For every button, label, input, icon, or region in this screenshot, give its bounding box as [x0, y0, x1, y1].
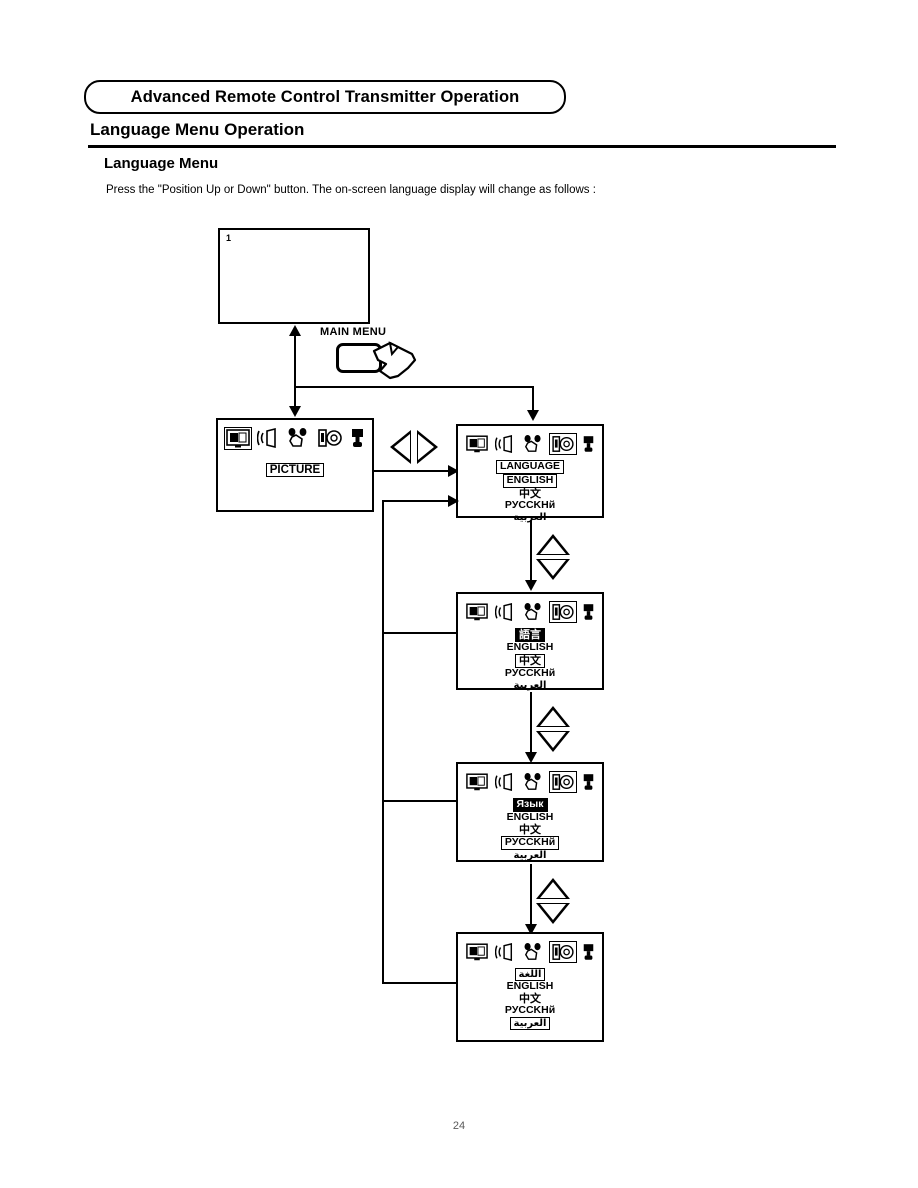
audio-speaker-icon[interactable]	[495, 603, 515, 621]
arrowhead-loop-top	[448, 495, 459, 507]
connector-to-language	[532, 386, 534, 412]
triangle-up-icon	[536, 534, 570, 555]
language-menu-icon-row-chinese	[466, 600, 596, 624]
language-menu-russian[interactable]: Язык ENGLISH 中文 PУCCKНй العربية	[456, 762, 604, 862]
plug-icon[interactable]	[582, 435, 595, 453]
main-menu-label: MAIN MENU	[320, 326, 387, 338]
connector-stub-arabic	[382, 982, 458, 984]
language-option-arabic[interactable]: العربية	[509, 1017, 551, 1031]
language-option-english[interactable]: ENGLISH	[505, 642, 556, 654]
language-menu-icon-row-arabic	[466, 940, 596, 964]
language-option-russian[interactable]: PУCCKНй	[500, 835, 560, 850]
connector-picture-right	[374, 470, 450, 472]
connector-eng-to-chn	[530, 520, 532, 582]
plug-icon[interactable]	[582, 773, 595, 791]
audio-speaker-icon[interactable]	[257, 428, 279, 448]
setup-icon[interactable]	[549, 433, 577, 455]
position-up-down-key[interactable]	[536, 706, 570, 752]
connector-to-picture	[294, 386, 296, 408]
language-menu-title: 語言	[515, 628, 545, 643]
picture-icon[interactable]	[466, 603, 488, 621]
setup-icon[interactable]	[549, 941, 577, 963]
pointing-hand-icon	[372, 341, 417, 380]
picture-menu-icon-row	[224, 426, 366, 450]
triangle-down-icon	[536, 903, 570, 924]
language-option-english[interactable]: ENGLISH	[502, 473, 558, 488]
setup-icon[interactable]	[317, 428, 343, 448]
triangle-up-icon	[536, 878, 570, 899]
setup-icon[interactable]	[549, 601, 577, 623]
picture-menu-screen[interactable]: PICTURE	[216, 418, 374, 512]
position-up-down-key[interactable]	[536, 878, 570, 924]
triangle-up-icon	[536, 706, 570, 727]
arrowhead-eng-to-chn	[525, 580, 537, 591]
language-option-russian[interactable]: PУCCKНй	[503, 1004, 557, 1017]
language-list-russian: Язык ENGLISH 中文 PУCCKНй العربية	[458, 798, 602, 861]
connector-stub-chinese	[382, 632, 458, 634]
remote-hand-icon[interactable]	[286, 428, 310, 448]
language-menu-icon-row-english	[466, 432, 596, 456]
language-menu-icon-row-russian	[466, 770, 596, 794]
setup-icon[interactable]	[549, 771, 577, 793]
picture-icon[interactable]	[224, 426, 252, 450]
language-list-arabic: اللغة ENGLISH 中文 PУCCKНй العربية	[458, 968, 602, 1031]
chapter-heading-text: Advanced Remote Control Transmitter Oper…	[130, 87, 520, 106]
picture-icon[interactable]	[466, 773, 488, 791]
language-menu-chinese[interactable]: 語言 ENGLISH 中文 PУCCKНй العربية	[456, 592, 604, 691]
arrowhead-to-picture	[289, 406, 301, 417]
audio-speaker-icon[interactable]	[495, 943, 515, 961]
language-option-english[interactable]: ENGLISH	[505, 811, 556, 824]
language-menu-arabic[interactable]: اللغة ENGLISH 中文 PУCCKНй العربية	[456, 932, 604, 1042]
plug-icon[interactable]	[582, 943, 595, 961]
remote-hand-icon[interactable]	[522, 603, 544, 621]
language-option-chinese[interactable]: 中文	[515, 654, 545, 669]
page-number: 24	[452, 1120, 466, 1132]
plug-icon[interactable]	[350, 428, 365, 448]
chapter-heading: Advanced Remote Control Transmitter Oper…	[84, 80, 566, 114]
picture-menu-label: PICTURE	[218, 460, 372, 478]
audio-speaker-icon[interactable]	[495, 773, 515, 791]
picture-icon[interactable]	[466, 435, 488, 453]
picture-menu-label-text: PICTURE	[265, 463, 325, 477]
tv-screen-corner-number: 1	[226, 233, 232, 243]
language-option-arabic[interactable]: العربية	[512, 680, 549, 691]
instruction-text: Press the "Position Up or Down" button. …	[106, 184, 596, 196]
remote-hand-icon[interactable]	[522, 943, 544, 961]
arrowhead-to-language	[527, 410, 539, 421]
connector-tv-up	[294, 336, 296, 386]
language-menu-title: Язык	[512, 798, 548, 812]
section-divider	[88, 145, 836, 148]
language-option-arabic[interactable]: العربية	[512, 850, 549, 861]
language-option-chinese[interactable]: 中文	[517, 823, 543, 836]
remote-hand-icon[interactable]	[522, 435, 544, 453]
sub-heading: Language Menu	[104, 155, 219, 172]
language-menu-english[interactable]: LANGUAGE ENGLISH 中文 PУCCKНй العربية	[456, 424, 604, 523]
position-left-right-key[interactable]	[390, 430, 438, 464]
language-list-chinese: 語言 ENGLISH 中文 PУCCKНй العربية	[458, 628, 602, 691]
triangle-down-icon	[536, 559, 570, 580]
language-option-russian[interactable]: PУCCKНй	[503, 499, 557, 512]
connector-stub-russian	[382, 800, 458, 802]
connector-loop-top	[382, 500, 450, 502]
tv-screen-initial: 1	[218, 228, 370, 324]
manual-page: Advanced Remote Control Transmitter Oper…	[0, 0, 918, 1188]
language-option-chinese[interactable]: 中文	[517, 487, 543, 500]
arrowhead-tv-up	[289, 325, 301, 336]
triangle-left-icon	[390, 430, 411, 464]
language-option-russian[interactable]: PУCCKНй	[503, 668, 557, 680]
language-menu-title: LANGUAGE	[495, 460, 565, 474]
language-list-english: LANGUAGE ENGLISH 中文 PУCCKНй العربية	[458, 460, 602, 523]
triangle-down-icon	[536, 731, 570, 752]
audio-speaker-icon[interactable]	[495, 435, 515, 453]
connector-bus-top	[294, 386, 534, 388]
position-up-down-key[interactable]	[536, 534, 570, 580]
remote-hand-icon[interactable]	[522, 773, 544, 791]
picture-icon[interactable]	[466, 943, 488, 961]
plug-icon[interactable]	[582, 603, 595, 621]
section-heading: Language Menu Operation	[90, 120, 305, 139]
connector-chn-to-rus	[530, 692, 532, 754]
connector-loop-rail	[382, 500, 384, 984]
triangle-right-icon	[417, 430, 438, 464]
connector-rus-to-arb	[530, 864, 532, 926]
